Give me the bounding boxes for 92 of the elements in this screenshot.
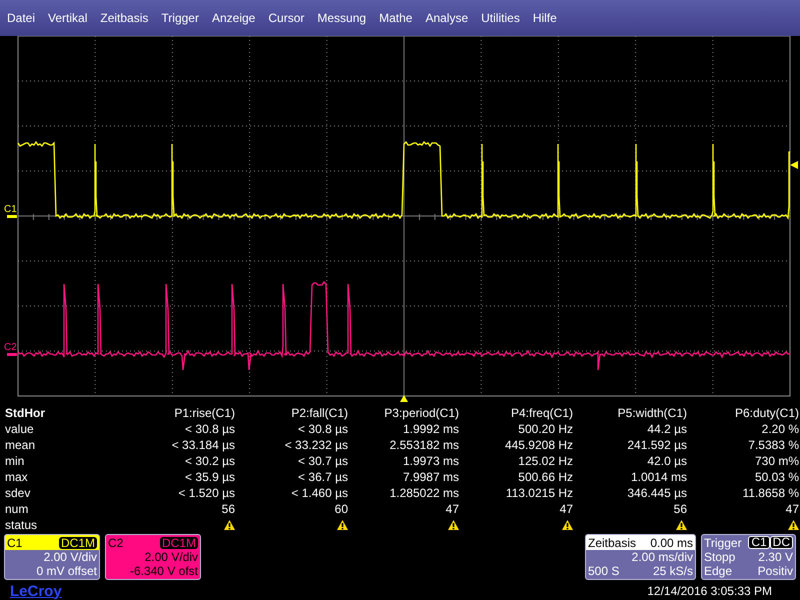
menu-item[interactable]: Vertikal: [43, 11, 92, 25]
table-cell-text: 1.9992 ms: [402, 421, 459, 437]
table-cell-text: 7.5383 %: [747, 437, 799, 453]
menu-item[interactable]: Analyse: [420, 11, 474, 25]
column-header: P3:period(C1): [383, 405, 459, 421]
timestamp: 12/14/2016 3:05:33 PM: [647, 584, 773, 598]
row-label: mean: [5, 437, 36, 453]
table-cell-text: 730 m%: [754, 453, 799, 469]
menu-item[interactable]: Cursor: [263, 11, 310, 25]
trigger-level: 2.30 V: [758, 550, 793, 564]
column-header: P2:fall(C1): [290, 405, 348, 421]
table-cell-text: < 30.2 µs: [184, 453, 235, 469]
menu-item[interactable]: Mathe: [374, 11, 418, 25]
table-cell-text: 50.03 %: [754, 469, 799, 485]
volts-per-div: 2.00 V/div: [144, 550, 198, 564]
trigger-mode: Stopp: [704, 550, 736, 564]
table-cell-text: 500.20 Hz: [517, 421, 573, 437]
table-cell-text: 42.0 µs: [646, 453, 687, 469]
trigger-position-icon[interactable]: [400, 395, 408, 402]
row-label: value: [5, 421, 35, 437]
table-cell-text: < 30.7 µs: [297, 453, 348, 469]
row-label: sdev: [5, 485, 32, 501]
table-heading: StdHor: [5, 405, 46, 421]
timebase-title: Zeitbasis: [588, 536, 636, 550]
table-cell-text: 11.8658 %: [742, 485, 799, 501]
ground-marker-icon[interactable]: [7, 353, 17, 356]
trace-label: C1: [4, 204, 17, 215]
channel-name: C2: [108, 536, 124, 550]
table-cell-text: 56: [672, 501, 687, 517]
table-cell-text: 346.445 µs: [626, 485, 687, 501]
row-label: status: [5, 517, 38, 533]
channel-descriptor[interactable]: C1 DC1M 2.00 V/div 0 mV offset: [4, 534, 100, 580]
source-badge: C1: [748, 536, 770, 549]
column-header: P1:rise(C1): [173, 405, 235, 421]
column-header: P4:freq(C1): [510, 405, 573, 421]
table-cell-text: < 1.520 µs: [177, 485, 235, 501]
table-cell-text: < 30.8 µs: [184, 421, 235, 437]
sample-rate: 25 kS/s: [652, 564, 693, 578]
offset-value: 0 mV offset: [36, 564, 97, 578]
time-per-div: 2.00 ms/div: [632, 550, 693, 564]
sample-count: 500 S: [588, 564, 620, 578]
row-label: num: [5, 501, 30, 517]
trigger-type: Edge: [704, 564, 732, 578]
volts-per-div: 2.00 V/div: [44, 550, 97, 564]
table-cell-text: < 35.9 µs: [184, 469, 235, 485]
table-cell-text: 2.20 %: [760, 421, 799, 437]
table-cell-text: < 33.232 µs: [284, 437, 348, 453]
table-cell-text: 47: [444, 501, 459, 517]
table-cell-text: 1.9973 ms: [402, 453, 459, 469]
row-label: min: [5, 453, 26, 469]
table-cell-text: < 30.8 µs: [297, 421, 348, 437]
table-cell-text: 7.9987 ms: [402, 469, 459, 485]
channel-descriptor[interactable]: C2 DC1M 2.00 V/div -6.340 V ofst: [105, 534, 201, 580]
table-cell-text: 1.285022 ms: [388, 485, 459, 501]
trigger-slope: Positiv: [758, 564, 793, 578]
menu-item[interactable]: Utilities: [476, 11, 525, 25]
trace-label: C2: [4, 342, 17, 353]
table-cell-text: < 1.460 µs: [290, 485, 348, 501]
table-cell-text: 47: [558, 501, 573, 517]
table-cell-text: 241.592 µs: [626, 437, 687, 453]
column-header: P6:duty(C1): [734, 405, 799, 421]
table-cell-text: < 36.7 µs: [297, 469, 348, 485]
delay-value: 0.00 ms: [650, 536, 693, 550]
table-cell-text: 47: [784, 501, 799, 517]
menu-item[interactable]: Trigger: [156, 11, 204, 25]
table-cell-text: 44.2 µs: [646, 421, 687, 437]
menu-item[interactable]: Hilfe: [528, 11, 562, 25]
coupling-badge: DC1M: [58, 536, 97, 548]
menu-item[interactable]: Zeitbasis: [95, 11, 154, 25]
table-cell-text: 500.66 Hz: [517, 469, 573, 485]
coupling-badge: DC1M: [160, 536, 198, 548]
trigger-descriptor[interactable]: Trigger C1 DC Stopp 2.30 V Edge Positiv: [701, 534, 796, 580]
menu-item[interactable]: Anzeige: [206, 11, 260, 25]
channel-name: C1: [7, 536, 22, 550]
column-header: P5:width(C1): [616, 405, 687, 421]
offset-value: -6.340 V ofst: [130, 564, 198, 578]
ground-marker-icon[interactable]: [7, 215, 17, 218]
table-cell-text: 445.9208 Hz: [504, 437, 573, 453]
table-cell-text: 2.553182 ms: [388, 437, 459, 453]
menu-item[interactable]: Datei: [2, 11, 40, 25]
coupling-badge: DC: [770, 536, 793, 549]
table-cell-text: 56: [220, 501, 235, 517]
table-cell-text: 113.0215 Hz: [504, 485, 573, 501]
row-label: max: [5, 469, 29, 485]
table-cell-text: 125.02 Hz: [517, 453, 573, 469]
trigger-level-icon[interactable]: [790, 161, 798, 169]
menu-item[interactable]: Messung: [312, 11, 372, 25]
timebase-descriptor[interactable]: Zeitbasis 0.00 ms 2.00 ms/div 500 S 25 kS/s: [585, 534, 696, 580]
table-cell-text: < 33.184 µs: [170, 437, 235, 453]
table-cell-text: 60: [334, 501, 348, 517]
table-cell-text: 1.0014 ms: [630, 469, 687, 485]
trigger-title: Trigger: [704, 536, 742, 550]
